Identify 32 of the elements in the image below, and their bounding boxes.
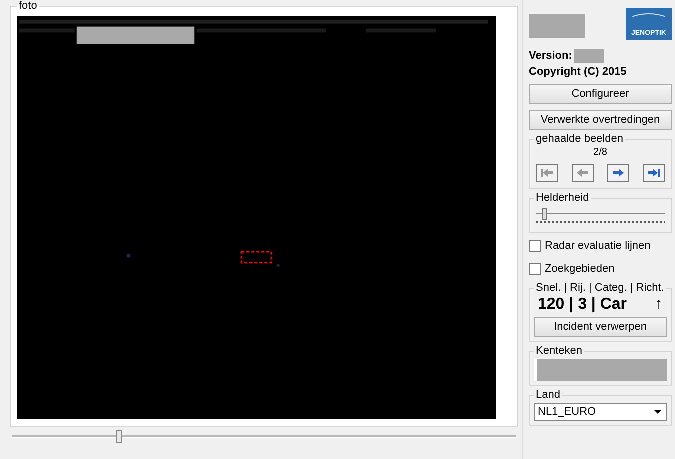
copyright-text: Copyright (C) 2015 (529, 66, 628, 78)
redacted-block (529, 14, 585, 38)
group-title: Land (535, 389, 562, 401)
skip-start-icon (540, 168, 554, 178)
group-title: foto (18, 0, 38, 12)
first-button[interactable] (536, 164, 558, 182)
country-dropdown[interactable]: NL1_EURO (534, 403, 667, 421)
left-arrow-icon (576, 168, 590, 178)
redacted-block (574, 49, 604, 63)
last-button[interactable] (642, 164, 665, 182)
checkbox-label: Zoekgebieden (545, 263, 615, 275)
next-button[interactable] (607, 164, 630, 182)
checkbox[interactable] (529, 263, 541, 275)
action-button[interactable]: Configureer (529, 84, 672, 104)
image-counter: 2/8 (592, 147, 608, 158)
plate-field[interactable] (534, 359, 667, 381)
brightness-slider[interactable] (536, 208, 665, 226)
group-title: Kenteken (535, 345, 584, 357)
right-arrow-icon (611, 168, 626, 178)
version-label: Version: (529, 50, 572, 62)
group-title: Snel. | Rij. | Categ. | Richt. (535, 282, 666, 294)
group-title: Helderheid (535, 192, 590, 204)
reject-button[interactable]: Incident verwerpen (534, 317, 667, 337)
previous-button[interactable] (572, 164, 594, 182)
checkbox[interactable] (529, 240, 541, 252)
direction-arrow: ↑ (655, 296, 663, 314)
checkbox-label: Radar evaluatie lijnen (545, 240, 651, 252)
skip-end-icon (646, 168, 661, 178)
group-title: gehaalde beelden (535, 133, 624, 145)
action-button[interactable]: Verwerkte overtredingen (529, 110, 672, 130)
slider-thumb[interactable] (116, 430, 122, 443)
measurement-value: 120 | 3 | Car (538, 296, 628, 314)
